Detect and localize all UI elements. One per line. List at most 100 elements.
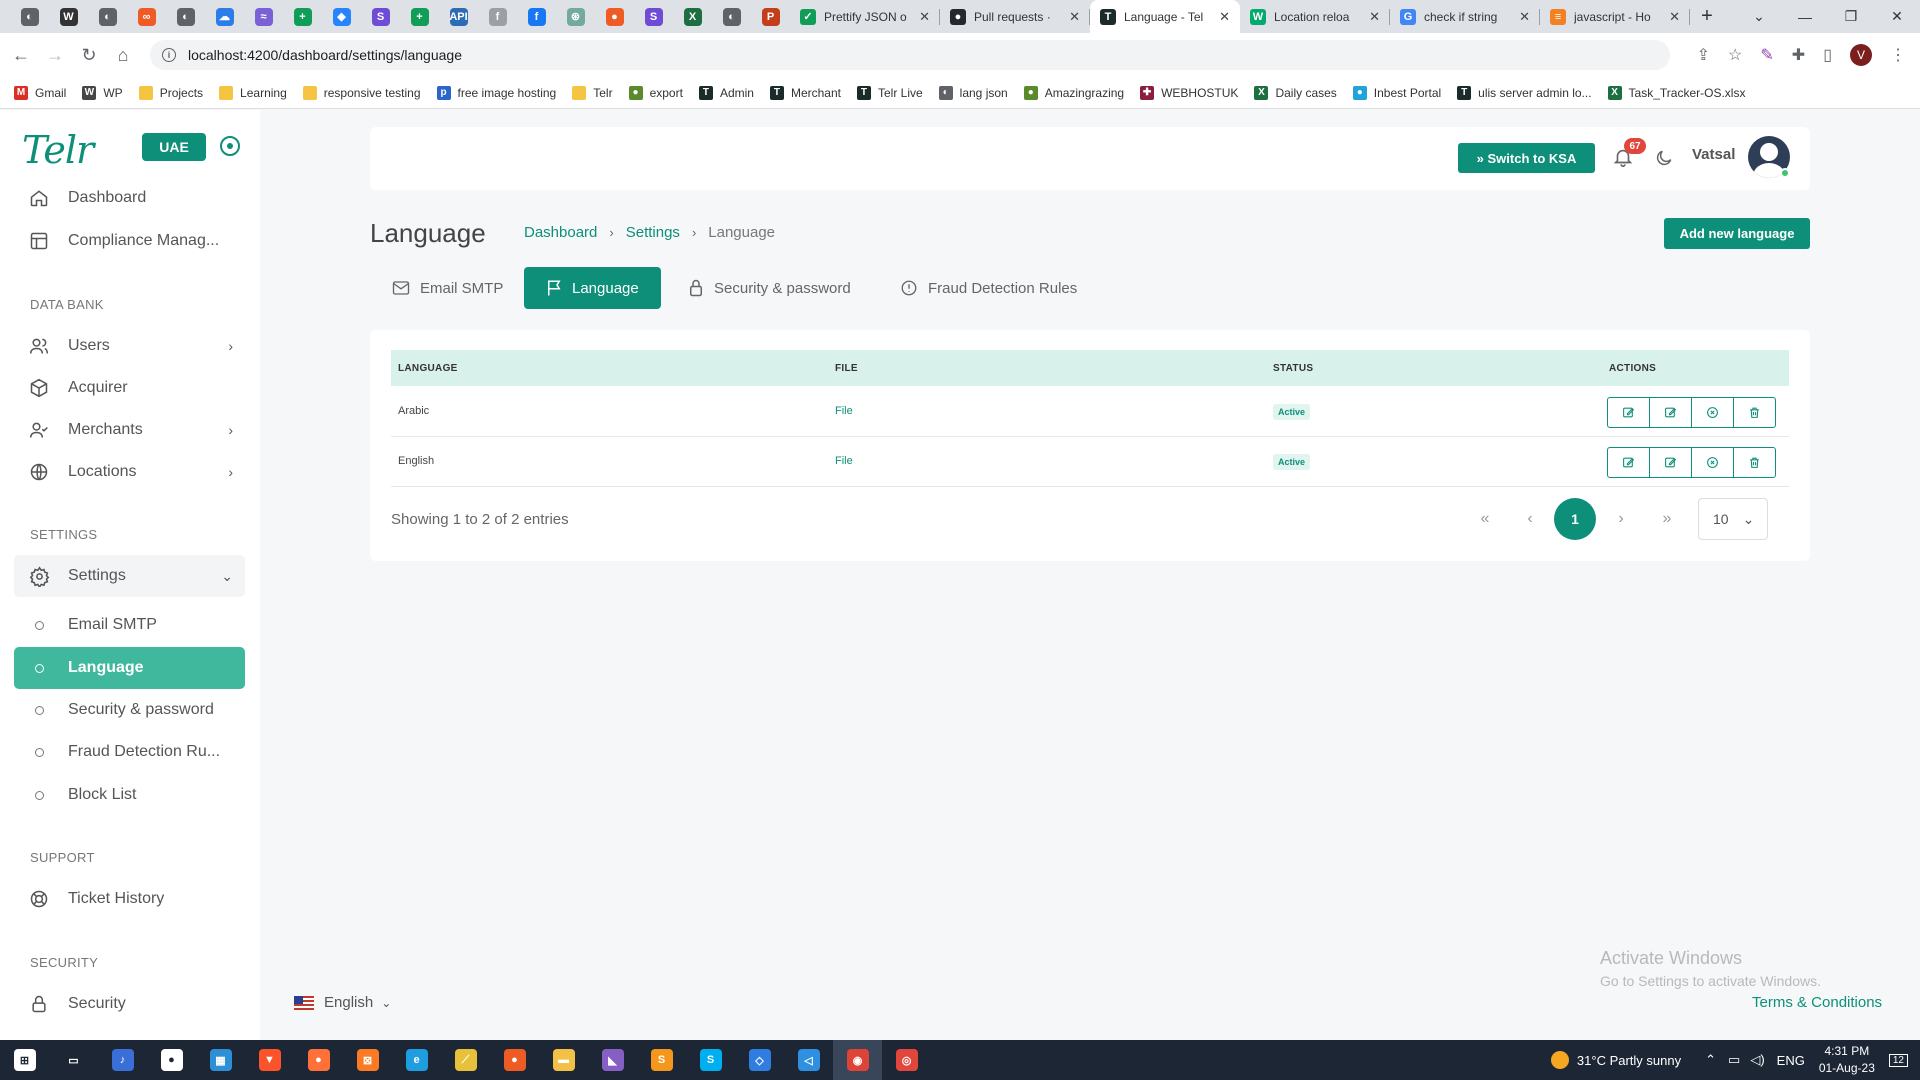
browser-tab[interactable]: ✓ Prettify JSON o ✕ [790,0,940,33]
extension-pen-icon[interactable]: ✎ [1760,45,1773,65]
pinned-tab[interactable]: ≈ [244,0,283,33]
switch-region-button[interactable]: » Switch to KSA [1458,143,1595,173]
breadcrumb-dashboard[interactable]: Dashboard [524,224,597,241]
pinned-tab[interactable]: API [439,0,478,33]
bookmark-item[interactable]: Tulis server admin lo... [1457,85,1592,100]
close-tab-icon[interactable]: ✕ [1369,9,1380,25]
taskbar-app[interactable]: ● [294,1040,343,1080]
bookmark-item[interactable]: ◐ lang json [938,85,1008,100]
bookmark-item[interactable]: X Daily cases [1254,85,1337,100]
bookmark-item[interactable]: ● export [628,85,683,100]
bookmark-item[interactable]: Projects [138,85,203,100]
bookmark-item[interactable]: M Gmail [14,85,66,100]
edit-button[interactable] [1607,397,1650,428]
bookmark-item[interactable]: X Task_Tracker-OS.xlsx [1607,85,1745,100]
terms-conditions-link[interactable]: Terms & Conditions [1752,994,1882,1011]
menu-kebab-icon[interactable]: ⋮ [1890,45,1906,65]
bookmark-item[interactable]: T Telr Live [856,85,923,100]
close-tab-icon[interactable]: ✕ [1219,9,1230,25]
browser-tab[interactable]: W Location reloa ✕ [1240,0,1390,33]
notification-center-icon[interactable]: 12 [1888,1053,1908,1067]
pinned-tab[interactable]: ◐ [712,0,751,33]
new-tab-button[interactable]: + [1690,5,1724,28]
back-button[interactable]: ← [8,45,34,66]
page-number-button[interactable]: 1 [1554,498,1596,540]
tab-language[interactable]: Language [524,267,661,309]
pinned-tab[interactable]: ● [595,0,634,33]
network-icon[interactable]: ▭ [1728,1052,1740,1068]
bookmark-star-icon[interactable]: ☆ [1728,45,1742,65]
tray-chevron-icon[interactable]: ⌃ [1705,1052,1716,1068]
cell-file-link[interactable]: File [835,455,853,467]
cancel-circle-button[interactable] [1691,447,1734,478]
pinned-tab[interactable]: + [283,0,322,33]
cell-file-link[interactable]: File [835,405,853,417]
taskbar-app[interactable]: ◇ [735,1040,784,1080]
sidebar-item-compliance[interactable]: Compliance Manag... [14,220,245,262]
close-tab-icon[interactable]: ✕ [1069,9,1080,25]
sidebar-item-block-list[interactable]: Block List [14,774,245,816]
weather-widget[interactable]: 31°C Partly sunny [1550,1051,1681,1069]
moon-icon[interactable] [1654,148,1674,173]
sidebar-item-users[interactable]: Users › [14,325,245,367]
taskbar-app[interactable]: ▬ [539,1040,588,1080]
pinned-tab[interactable]: P [751,0,790,33]
browser-tab[interactable]: T Language - Tel ✕ [1090,0,1240,33]
extensions-puzzle-icon[interactable]: ✚ [1792,45,1805,65]
edit-file-button[interactable] [1649,397,1692,428]
pinned-tab[interactable]: S [361,0,400,33]
pinned-tab[interactable]: S [634,0,673,33]
taskbar-app[interactable]: ⊞ [0,1040,49,1080]
bookmark-item[interactable]: ● Amazingrazing [1023,85,1124,100]
edit-file-button[interactable] [1649,447,1692,478]
bookmark-item[interactable]: responsive testing [302,85,421,100]
clock[interactable]: 4:31 PM 01-Aug-23 [1819,1043,1875,1077]
taskbar-app[interactable]: ◎ [882,1040,931,1080]
sidebar-item-language[interactable]: Language [14,647,245,689]
bookmark-item[interactable]: T Admin [698,85,754,100]
sidebar-item-fraud-detection[interactable]: Fraud Detection Ru... [14,731,245,773]
taskbar-app[interactable]: ◉ [833,1040,882,1080]
taskbar-app[interactable]: ▭ [49,1040,98,1080]
sidebar-item-dashboard[interactable]: Dashboard [14,177,245,219]
page-size-select[interactable]: 10 ⌄ [1698,498,1768,540]
forward-button[interactable]: → [42,45,68,66]
tab-search-icon[interactable]: ⌄ [1736,0,1782,33]
taskbar-app[interactable]: ▼ [245,1040,294,1080]
close-window-button[interactable]: ✕ [1874,0,1920,33]
tab-security-password[interactable]: Security & password [666,267,873,309]
telr-logo[interactable]: Telr [22,128,94,172]
site-info-icon[interactable]: i [162,48,176,62]
close-tab-icon[interactable]: ✕ [1669,9,1680,25]
browser-tab[interactable]: ≡ javascript - Ho ✕ [1540,0,1690,33]
sidebar-item-email-smtp[interactable]: Email SMTP [14,604,245,646]
language-selector[interactable]: English ⌄ [294,994,391,1011]
volume-icon[interactable]: ◁) [1750,1052,1764,1068]
taskbar-app[interactable]: S [686,1040,735,1080]
sidebar-item-locations[interactable]: Locations › [14,451,245,493]
cancel-circle-button[interactable] [1691,397,1734,428]
taskbar-app[interactable]: ▦ [196,1040,245,1080]
tab-email-smtp[interactable]: Email SMTP [370,267,525,309]
trash-button[interactable] [1733,447,1776,478]
reload-button[interactable]: ↻ [76,45,102,66]
taskbar-app[interactable]: ◁ [784,1040,833,1080]
first-page-button[interactable]: « [1464,498,1506,540]
sidebar-item-ticket-history[interactable]: Ticket History [14,878,245,920]
trash-button[interactable] [1733,397,1776,428]
pinned-tab[interactable]: ☁ [205,0,244,33]
bookmark-item[interactable]: ● Inbest Portal [1352,85,1441,100]
taskbar-app[interactable]: ⊠ [343,1040,392,1080]
bookmark-item[interactable]: T Merchant [769,85,841,100]
bookmark-item[interactable]: ✚ WEBHOSTUK [1140,85,1238,100]
tab-fraud-detection[interactable]: Fraud Detection Rules [878,267,1099,309]
add-new-language-button[interactable]: Add new language [1664,218,1810,249]
pinned-tab[interactable]: ⊛ [556,0,595,33]
sidebar-item-merchants[interactable]: Merchants › [14,409,245,451]
taskbar-app[interactable]: S [637,1040,686,1080]
pinned-tab[interactable]: + [400,0,439,33]
breadcrumb-settings[interactable]: Settings [626,224,680,241]
target-icon[interactable] [220,136,240,156]
previous-page-button[interactable]: ‹ [1509,498,1551,540]
sidebar-item-security[interactable]: Security [14,983,245,1025]
